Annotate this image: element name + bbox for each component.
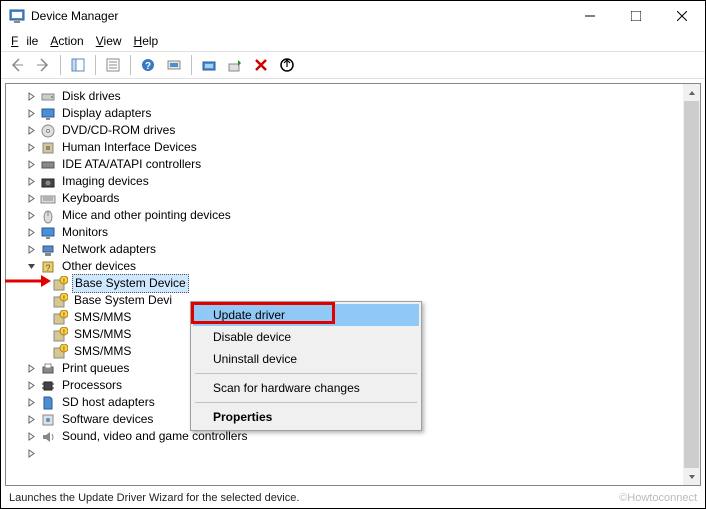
expander-icon[interactable] — [24, 362, 38, 376]
expander-icon[interactable] — [24, 90, 38, 104]
print-icon — [40, 361, 56, 377]
tree-node-other-devices[interactable]: ?Other devices — [10, 258, 700, 275]
software-icon — [40, 412, 56, 428]
unknown-device-icon: ! — [52, 276, 68, 292]
dvd-icon — [40, 123, 56, 139]
app-icon — [9, 8, 25, 24]
expander-icon[interactable] — [24, 226, 38, 240]
expander-icon[interactable] — [24, 175, 38, 189]
unknown-device-icon: ! — [52, 293, 68, 309]
watermark: ©Howtoconnect — [619, 492, 697, 504]
enable-device-button[interactable] — [223, 53, 247, 77]
toolbar: ? — [1, 51, 705, 79]
expander-icon[interactable] — [24, 430, 38, 444]
menu-action[interactable]: Action — [46, 32, 87, 50]
scan-hardware-button[interactable] — [162, 53, 186, 77]
scroll-thumb[interactable] — [684, 101, 699, 481]
disable-device-button[interactable] — [275, 53, 299, 77]
ide-icon — [40, 157, 56, 173]
expander-icon[interactable] — [24, 379, 38, 393]
expander-icon[interactable] — [24, 243, 38, 257]
expander-icon[interactable] — [24, 107, 38, 121]
expander-icon[interactable] — [24, 158, 38, 172]
help-button[interactable]: ? — [136, 53, 160, 77]
expander-icon[interactable] — [24, 124, 38, 138]
unknown-device-icon: ! — [52, 310, 68, 326]
menu-separator — [195, 402, 417, 403]
expander-icon[interactable] — [24, 260, 38, 274]
disk-icon — [40, 89, 56, 105]
tree-node[interactable]: Disk drives — [10, 88, 700, 105]
menu-view[interactable]: View — [92, 32, 126, 50]
vertical-scrollbar[interactable] — [683, 84, 700, 485]
minimize-button[interactable] — [567, 1, 613, 31]
cpu-icon — [40, 378, 56, 394]
tree-node[interactable]: Mice and other pointing devices — [10, 207, 700, 224]
menu-disable-device[interactable]: Disable device — [193, 326, 419, 348]
titlebar: Device Manager — [1, 1, 705, 31]
maximize-button[interactable] — [613, 1, 659, 31]
context-menu: Update driver Disable device Uninstall d… — [190, 301, 422, 431]
monitor-icon — [40, 225, 56, 241]
tree-node[interactable]: Human Interface Devices — [10, 139, 700, 156]
window-title: Device Manager — [31, 9, 118, 23]
tree-node[interactable]: DVD/CD-ROM drives — [10, 122, 700, 139]
expander-icon[interactable] — [24, 209, 38, 223]
statusbar: Launches the Update Driver Wizard for th… — [1, 488, 705, 508]
tree-node-base-system-device[interactable]: !Base System Device — [10, 275, 700, 292]
sd-icon — [40, 395, 56, 411]
expander-icon[interactable] — [24, 413, 38, 427]
tree-node[interactable]: Imaging devices — [10, 173, 700, 190]
menu-scan-hardware[interactable]: Scan for hardware changes — [193, 377, 419, 399]
svg-text:?: ? — [145, 61, 151, 72]
expander-icon[interactable] — [24, 396, 38, 410]
annotation-arrow — [3, 273, 53, 289]
menu-file[interactable]: File — [7, 32, 42, 50]
show-hide-console-tree-button[interactable] — [66, 53, 90, 77]
scroll-up-button[interactable] — [683, 84, 700, 101]
imaging-icon — [40, 174, 56, 190]
update-driver-button[interactable] — [197, 53, 221, 77]
status-text: Launches the Update Driver Wizard for th… — [9, 492, 299, 504]
menubar: File Action View Help — [1, 31, 705, 51]
menu-uninstall-device[interactable]: Uninstall device — [193, 348, 419, 370]
network-icon — [40, 242, 56, 258]
menu-help[interactable]: Help — [130, 32, 163, 50]
tree-node[interactable]: Display adapters — [10, 105, 700, 122]
menu-update-driver[interactable]: Update driver — [193, 304, 419, 326]
tree-node-cut[interactable] — [10, 445, 700, 462]
menu-properties[interactable]: Properties — [193, 406, 419, 428]
mouse-icon — [40, 208, 56, 224]
keyboard-icon — [40, 191, 56, 207]
tree-node[interactable]: Network adapters — [10, 241, 700, 258]
sound-icon — [40, 429, 56, 445]
hid-icon — [40, 140, 56, 156]
display-icon — [40, 106, 56, 122]
tree-node[interactable]: IDE ATA/ATAPI controllers — [10, 156, 700, 173]
forward-button[interactable] — [31, 53, 55, 77]
close-button[interactable] — [659, 1, 705, 31]
back-button[interactable] — [5, 53, 29, 77]
expander-icon[interactable] — [24, 192, 38, 206]
unknown-device-icon: ! — [52, 327, 68, 343]
expander-icon[interactable] — [24, 447, 38, 461]
uninstall-device-button[interactable] — [249, 53, 273, 77]
properties-button[interactable] — [101, 53, 125, 77]
svg-text:?: ? — [45, 263, 50, 273]
expander-icon[interactable] — [24, 141, 38, 155]
menu-separator — [195, 373, 417, 374]
unknown-device-icon: ! — [52, 344, 68, 360]
tree-node[interactable]: Monitors — [10, 224, 700, 241]
tree-node[interactable]: Keyboards — [10, 190, 700, 207]
scroll-down-button[interactable] — [683, 468, 700, 485]
